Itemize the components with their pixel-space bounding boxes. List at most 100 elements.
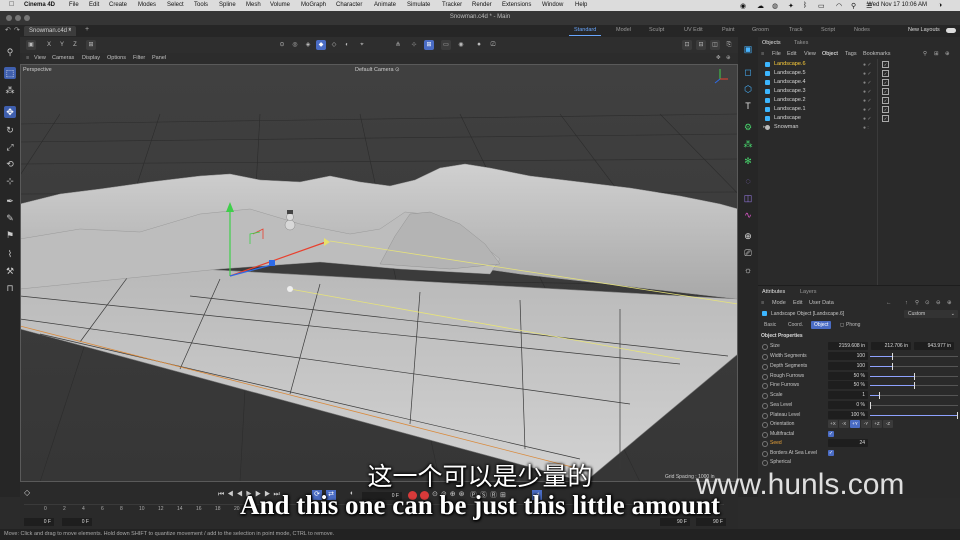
object-row-landscape-4[interactable]: Landscape.4 ● ✓ ✓ — [762, 78, 958, 87]
search-icon[interactable]: ⚲ — [851, 2, 856, 10]
keyframe-circle-icon[interactable] — [762, 344, 768, 350]
attr-slider[interactable] — [870, 411, 958, 419]
menu-help[interactable]: Help — [575, 2, 587, 8]
seed-field[interactable]: 24 — [828, 439, 868, 447]
attr-value-field[interactable]: 0 % — [828, 401, 868, 409]
picture-viewer-icon[interactable]: ⎚ — [488, 40, 498, 50]
viewport-name[interactable]: Perspective — [23, 67, 52, 73]
attr-value-field[interactable]: 1 — [828, 391, 868, 400]
field-icon[interactable]: ◌ — [741, 175, 755, 188]
borders-checkbox[interactable]: ✓ — [828, 450, 834, 456]
checkbox-icon[interactable]: ✓ — [882, 61, 889, 68]
keyframe-circle-icon[interactable] — [762, 354, 768, 360]
visibility-dots[interactable]: ● ✓ — [863, 116, 872, 122]
new-layouts-toggle[interactable] — [946, 28, 956, 33]
deformer-icon[interactable]: ✻ — [741, 155, 755, 168]
edges-mode-icon[interactable]: ◎ — [290, 40, 300, 50]
visibility-dots[interactable]: ● ✓ — [863, 71, 872, 77]
visibility-dots[interactable]: ● : — [863, 125, 869, 131]
orientation-plus-x[interactable]: +X — [828, 420, 838, 428]
select-tool-icon[interactable]: ⬚ — [4, 67, 16, 79]
uv-mode-icon[interactable]: ◇ — [329, 40, 339, 50]
tab-objects[interactable]: Objects — [762, 40, 781, 46]
checkbox-icon[interactable]: ✓ — [882, 88, 889, 95]
slider-knob[interactable] — [870, 402, 871, 409]
render-region-icon[interactable]: ▭ — [441, 40, 451, 50]
attr-value-field[interactable]: 50 % — [828, 381, 868, 390]
knife-icon[interactable]: ⚒ — [4, 265, 16, 277]
viewport-menu-display[interactable]: Display — [82, 55, 100, 61]
wifi-icon[interactable]: ◠ — [836, 2, 842, 10]
attr-value-field[interactable]: 100 — [828, 352, 868, 360]
texture-mode-icon[interactable]: ◐ — [342, 40, 352, 50]
axis-tool-icon[interactable]: ⊹ — [4, 175, 16, 187]
viewport-zoom-icon[interactable]: ⊕ — [726, 55, 731, 61]
object-mode-icon[interactable]: ▣ — [26, 40, 36, 50]
attr-slider[interactable] — [870, 362, 958, 370]
new-tab-icon[interactable]: + — [85, 26, 89, 33]
points-mode-icon[interactable]: ⊙ — [277, 40, 287, 50]
solo-icon[interactable]: ⌖ — [357, 40, 367, 50]
preset-dropdown[interactable]: Custom ⌄ — [904, 310, 958, 318]
menu-simulate[interactable]: Simulate — [407, 2, 430, 8]
keyframe-circle-icon[interactable] — [762, 432, 768, 438]
apple-icon[interactable]:  — [9, 1, 14, 8]
transform-tool-icon[interactable]: ⟲ — [4, 158, 16, 170]
orientation-plus-y[interactable]: +Y — [850, 420, 860, 428]
siri-icon[interactable]: ◑ — [938, 2, 942, 9]
checkbox-icon[interactable]: ✓ — [882, 70, 889, 77]
menu-file[interactable]: File — [69, 2, 79, 8]
attributes-menu-user-data[interactable]: User Data — [809, 300, 834, 306]
battery-icon[interactable]: ▭ — [818, 2, 825, 10]
primitive-icon[interactable]: ⬡ — [741, 83, 755, 96]
attr-value-field[interactable]: 100 % — [828, 410, 868, 419]
keyframe-circle-icon[interactable] — [762, 403, 768, 409]
menu-modes[interactable]: Modes — [138, 2, 156, 8]
close-tab-icon[interactable]: × — [68, 28, 72, 34]
orientation-minus-z[interactable]: -Z — [883, 420, 893, 428]
checkbox-icon[interactable]: ✓ — [882, 106, 889, 113]
attr-value-field[interactable]: 50 % — [828, 371, 868, 380]
viewport-menu-panel[interactable]: Panel — [152, 55, 166, 61]
object-row-landscape-2[interactable]: Landscape.2 ● ✓ ✓ — [762, 96, 958, 105]
object-row-landscape-1[interactable]: Landscape.1 ● ✓ ✓ — [762, 105, 958, 114]
menu-render[interactable]: Render — [472, 2, 492, 8]
render-view-icon[interactable]: ◉ — [456, 40, 466, 50]
menu-select[interactable]: Select — [167, 2, 184, 8]
object-row-snowman[interactable]: ▸ Snowman ● : — [762, 123, 958, 132]
objects-new-icon[interactable]: ⊕ — [945, 51, 950, 57]
objects-menu-icon[interactable]: ≡ — [761, 51, 764, 57]
menu-mesh[interactable]: Mesh — [246, 2, 261, 8]
visibility-dots[interactable]: ● ✓ — [863, 98, 872, 104]
layout-tab-sculpt[interactable]: Sculpt — [649, 27, 664, 33]
menu-window[interactable]: Window — [542, 2, 563, 8]
volume-icon[interactable]: ◫ — [741, 192, 755, 205]
attr-slider[interactable] — [870, 353, 958, 360]
layout-icon-2[interactable]: ⊟ — [696, 40, 706, 50]
visibility-dots[interactable]: ● ✓ — [863, 89, 872, 95]
attr-slider[interactable] — [870, 372, 958, 380]
bluetooth-icon[interactable]: ᛒ — [803, 2, 807, 9]
size-z-field[interactable]: 943.977 in — [914, 342, 954, 350]
status-icon-4[interactable]: ✦ — [788, 2, 794, 10]
up-arrow-icon[interactable]: ↑ — [905, 300, 908, 306]
size-x-field[interactable]: 2159.608 in — [828, 342, 868, 350]
slider-knob[interactable] — [914, 382, 915, 390]
orientation-minus-y[interactable]: -Y — [861, 420, 871, 428]
object-row-landscape-6[interactable]: Landscape.6 ● ✓ ✓ — [762, 60, 958, 69]
lock-z-button[interactable]: Z — [70, 40, 80, 50]
slider-knob[interactable] — [878, 392, 880, 400]
slider-knob[interactable] — [957, 411, 958, 419]
camera-icon[interactable]: ⎚ — [741, 247, 755, 260]
light-icon[interactable]: ☼ — [741, 264, 755, 277]
menu-app-name[interactable]: Cinema 4D — [24, 2, 55, 8]
model-mode-icon[interactable]: ◆ — [316, 40, 326, 50]
viewport-menu-filter[interactable]: Filter — [133, 55, 145, 61]
slider-knob[interactable] — [892, 353, 893, 360]
objects-menu-file[interactable]: File — [772, 51, 781, 57]
lock-icon[interactable]: ⊙ — [925, 300, 930, 306]
null-object-icon[interactable]: ▣ — [741, 43, 755, 56]
objects-menu-view[interactable]: View — [804, 51, 816, 57]
layout-tab-paint[interactable]: Paint — [722, 27, 735, 33]
slider-knob[interactable] — [892, 362, 893, 370]
